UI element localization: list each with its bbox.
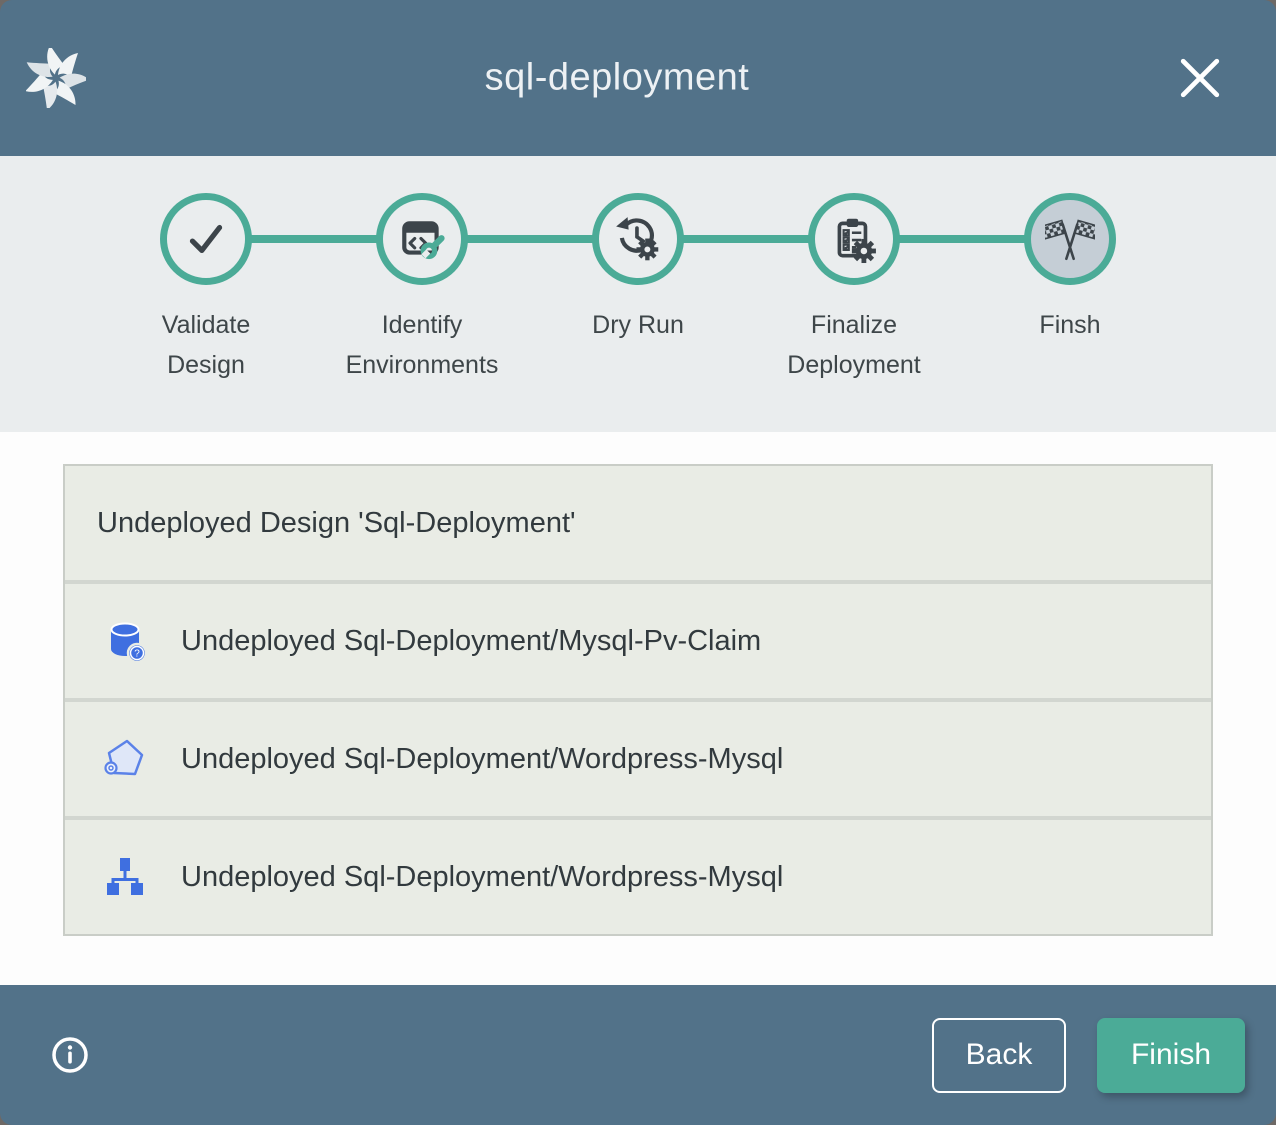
- sync-clock-gear-icon: [613, 214, 663, 264]
- list-item-wordpress-mysql-tree: Undeployed Sql-Deployment/Wordpress-Mysq…: [65, 816, 1211, 934]
- step-label-finish: Finsh: [962, 305, 1178, 385]
- nirmata-swirl-logo-icon: [26, 48, 86, 108]
- dialog-footer: Back Finish: [0, 985, 1276, 1125]
- step-label-validate-design: Validate Design: [98, 305, 314, 385]
- step-label-finalize-deployment: Finalize Deployment: [746, 305, 962, 385]
- list-item-text: Undeployed Sql-Deployment/Mysql-Pv-Claim: [181, 625, 761, 658]
- list-item-design: Undeployed Design 'Sql-Deployment': [65, 466, 1211, 580]
- code-window-wrench-icon: [397, 214, 447, 264]
- list-item-text: Undeployed Sql-Deployment/Wordpress-Mysq…: [181, 743, 783, 776]
- check-icon: [181, 214, 231, 264]
- step-circle-dry-run[interactable]: [592, 193, 684, 285]
- dialog-body: Undeployed Design 'Sql-Deployment' ? Und…: [0, 432, 1276, 985]
- checkered-flags-icon: [1045, 214, 1095, 264]
- finish-button[interactable]: Finish: [1097, 1018, 1245, 1093]
- deployment-results-list: Undeployed Design 'Sql-Deployment' ? Und…: [63, 464, 1213, 936]
- step-label-dry-run: Dry Run: [530, 305, 746, 385]
- list-item-mysql-pv-claim: ? Undeployed Sql-Deployment/Mysql-Pv-Cla…: [65, 580, 1211, 698]
- close-button[interactable]: [1178, 56, 1222, 100]
- svg-text:?: ?: [134, 649, 140, 660]
- close-icon: [1179, 57, 1221, 99]
- wizard-stepper: Validate Design Identify Environments Dr…: [0, 156, 1276, 432]
- back-button[interactable]: Back: [932, 1018, 1066, 1093]
- info-icon: [50, 1035, 90, 1075]
- dialog-title: sql-deployment: [485, 57, 750, 100]
- step-circle-validate-design[interactable]: [160, 193, 252, 285]
- step-label-identify-environments: Identify Environments: [314, 305, 530, 385]
- info-button[interactable]: [50, 1035, 90, 1075]
- database-icon: ?: [101, 617, 149, 665]
- label-pentagon-icon: [101, 735, 149, 783]
- deployment-wizard-dialog: sql-deployment: [0, 0, 1276, 1125]
- clipboard-checklist-gear-icon: [829, 214, 879, 264]
- list-item-text: Undeployed Sql-Deployment/Wordpress-Mysq…: [181, 861, 783, 894]
- step-circle-finalize-deployment[interactable]: [808, 193, 900, 285]
- step-circle-identify-environments[interactable]: [376, 193, 468, 285]
- list-item-wordpress-mysql-label: Undeployed Sql-Deployment/Wordpress-Mysq…: [65, 698, 1211, 816]
- list-item-text: Undeployed Design 'Sql-Deployment': [97, 507, 576, 540]
- tree-hierarchy-icon: [101, 853, 149, 901]
- dialog-header: sql-deployment: [0, 0, 1276, 156]
- step-circle-finish[interactable]: [1024, 193, 1116, 285]
